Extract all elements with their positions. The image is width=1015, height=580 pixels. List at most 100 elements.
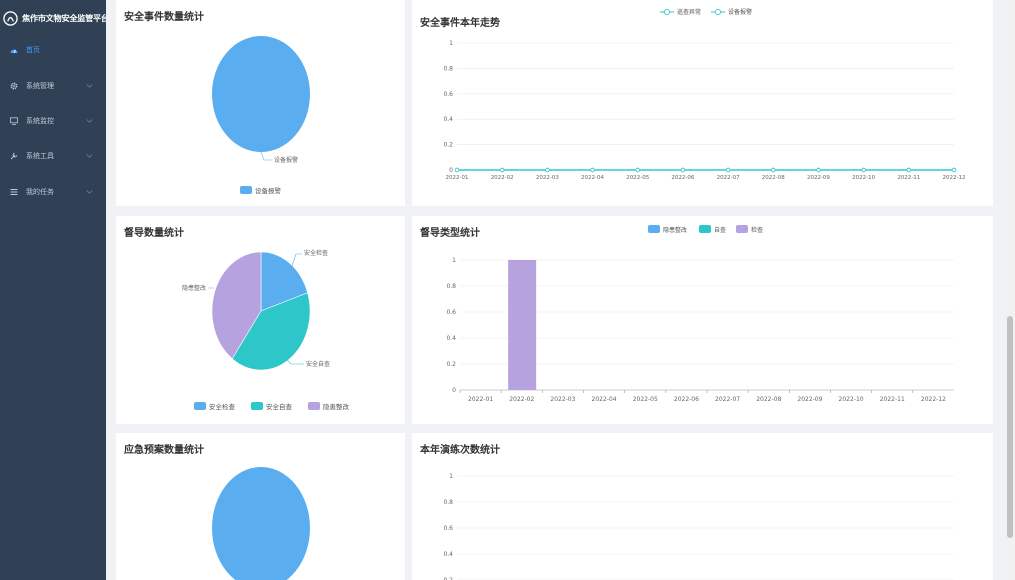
platform-logo-icon: [3, 10, 18, 26]
x-tick-label: 2022-12: [921, 396, 946, 403]
data-point: [680, 167, 686, 173]
y-tick-label: 1: [449, 473, 453, 480]
sidebar-item-home[interactable]: 首页: [0, 32, 106, 67]
scrollbar-thumb[interactable]: [1007, 316, 1013, 538]
data-point: [725, 167, 731, 173]
brand[interactable]: 焦作市文物安全监管平台: [0, 0, 106, 36]
panel-supervision-type: 督导类型统计 0 0.2 0.4 0.6 0.8 1 2022-01 2022-02 2022-…: [412, 216, 993, 424]
pie-label-line: [260, 151, 272, 161]
y-tick-label: 0.4: [443, 551, 453, 558]
y-tick-label: 0.4: [443, 116, 453, 123]
y-tick-label: 0: [452, 387, 456, 394]
y-tick-label: 0.2: [443, 142, 453, 149]
legend-swatch: [736, 225, 748, 233]
x-tick-label: 2022-08: [762, 175, 785, 181]
sidebar-item-label: 系统管理: [26, 81, 54, 90]
pie-label: 安全检查: [304, 249, 328, 257]
legend-swatch: [648, 225, 660, 233]
y-tick-label: 1: [449, 40, 453, 47]
data-point: [861, 167, 866, 173]
sidebar-item-label: 首页: [26, 45, 40, 54]
pie-label: 隐患整改: [182, 284, 206, 292]
sidebar-item-system-management[interactable]: 系统管理: [0, 68, 106, 103]
x-tick-label: 2022-04: [581, 175, 604, 181]
y-tick-label: 0.8: [443, 499, 453, 506]
dashboard-icon: [10, 46, 18, 54]
y-tick-label: 0.4: [446, 335, 456, 342]
y-tick-label: 0.6: [446, 309, 456, 316]
legend-label: 隐患整改: [663, 226, 687, 234]
y-tick-label: 0.6: [443, 91, 453, 98]
x-tick-label: 2022-05: [626, 175, 649, 181]
data-point: [816, 167, 821, 173]
sidebar-item-my-tasks[interactable]: 我的任务: [0, 174, 106, 209]
panel-supervision-count: 督导数量统计 安全检查 安全自查 隐患整改 安全检查 安全自查 隐患整改: [116, 216, 405, 424]
monitor-icon: [10, 116, 18, 125]
sidebar-item-label: 我的任务: [26, 187, 54, 196]
data-point: [545, 167, 550, 173]
pie-label: 设备报警: [274, 156, 298, 164]
x-tick-label: 2022-10: [839, 396, 864, 403]
legend-label: 安全自查: [266, 402, 293, 411]
task-list-icon: [10, 188, 18, 196]
pie-slice: [212, 467, 310, 580]
pie-label: 安全自查: [306, 360, 330, 368]
legend-swatch: [194, 402, 206, 410]
y-tick-label: 0.2: [446, 361, 456, 368]
legend-swatch: [699, 225, 711, 233]
data-point: [590, 167, 595, 173]
x-tick-label: 2022-01: [446, 175, 469, 181]
legend-label: 自查: [714, 226, 726, 234]
safety-event-pie-chart: 设备报警设备报警: [212, 36, 310, 195]
emergency-plan-pie-chart: [212, 467, 310, 580]
data-point: [499, 167, 505, 173]
legend-label: 设备报警: [728, 8, 752, 16]
y-tick-label: 1: [452, 257, 456, 264]
data-point: [951, 167, 957, 173]
x-tick-label: 2022-07: [717, 175, 740, 181]
sidebar-item-system-monitor[interactable]: 系统监控: [0, 103, 106, 138]
x-tick-label: 2022-09: [807, 175, 830, 181]
safety-event-line-chart: 0 0.2 0.4 0.6 0.8 1 2022-01 2022-02 2022-03 2022-…: [443, 8, 965, 181]
legend-swatch: [308, 402, 320, 410]
x-tick-label: 2022-06: [674, 396, 699, 403]
panel-safety-event-trend: 安全事件本年走势 0 0.2 0.4 0.6 0.8 1 2022-01 2022-02 202…: [412, 0, 993, 206]
legend-label: 安全检查: [209, 402, 236, 411]
data-point: [906, 167, 912, 173]
x-tick-label: 2022-09: [797, 396, 822, 403]
sidebar-item-label: 系统监控: [26, 116, 54, 125]
app-root: 焦作市文物安全监管平台 首页 系统管理 系统监控 系统工具 我的任务 安全事件数…: [0, 0, 1015, 580]
legend-label: 检查: [751, 226, 763, 234]
sidebar: 焦作市文物安全监管平台 首页 系统管理 系统监控 系统工具 我的任务: [0, 0, 106, 580]
x-tick-label: 2022-03: [550, 396, 575, 403]
chevron-down-icon: [86, 119, 93, 123]
legend-label: 巡查异常: [677, 8, 701, 16]
supervision-pie-chart: 安全检查安全自查隐患整改安全检查 安全自查 隐患整改: [182, 249, 350, 411]
legend-marker: [714, 8, 721, 15]
drill-line-chart: 10.80.60.40.2: [443, 473, 954, 580]
y-tick-label: 0.8: [443, 65, 453, 72]
y-tick-label: 0.6: [443, 525, 453, 532]
chevron-down-icon: [86, 154, 93, 158]
pie-label-line: [291, 253, 302, 267]
legend-label: 隐患整改: [323, 402, 350, 411]
x-tick-label: 2022-11: [897, 175, 920, 181]
x-tick-label: 2022-08: [756, 396, 781, 403]
legend-marker: [663, 8, 670, 15]
app-title: 焦作市文物安全监管平台: [22, 13, 106, 23]
x-tick-label: 2022-06: [671, 175, 694, 181]
data-point: [635, 167, 640, 173]
legend-swatch: [251, 402, 263, 410]
sidebar-item-system-tools[interactable]: 系统工具: [0, 138, 106, 173]
x-tick-label: 2022-01: [468, 396, 493, 403]
supervision-bar-chart: 0 0.2 0.4 0.6 0.8 1 2022-01 2022-02 2022-03 2022-…: [446, 225, 954, 403]
x-tick-label: 2022-02: [491, 175, 514, 181]
x-tick-label: 2022-04: [592, 396, 617, 403]
bar: [508, 260, 537, 390]
data-point: [771, 167, 776, 173]
x-tick-label: 2022-03: [536, 175, 559, 181]
y-tick-label: 0.8: [446, 283, 456, 290]
legend-label: 设备报警: [255, 186, 282, 195]
x-tick-label: 2022-05: [633, 396, 658, 403]
page-scrollbar[interactable]: [1005, 0, 1015, 580]
